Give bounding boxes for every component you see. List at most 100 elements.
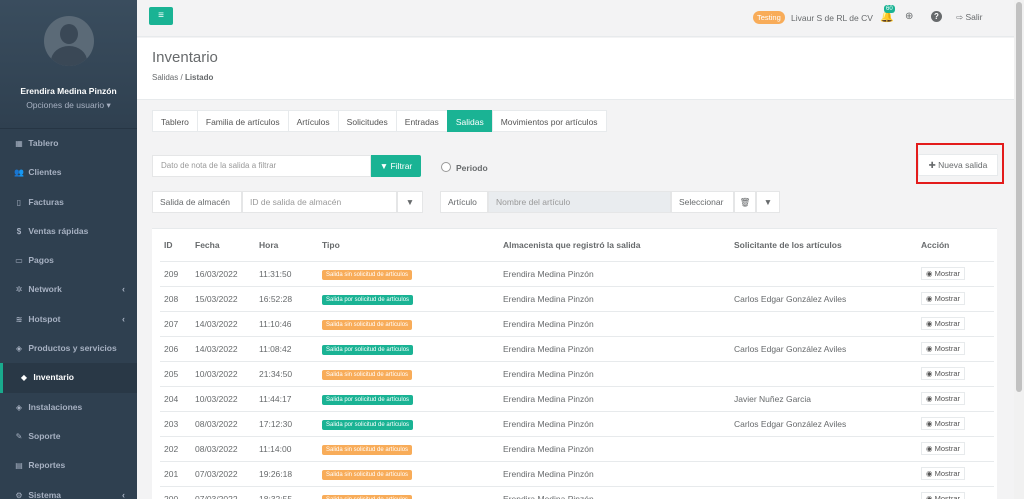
article-input[interactable]: Nombre del artículo [488,191,671,213]
sidebar-item-instalaciones[interactable]: ◈ Instalaciones [0,393,137,422]
show-button[interactable]: ◉ Mostrar [921,342,966,355]
show-button[interactable]: ◉ Mostrar [921,267,966,280]
logout-label: Salir [965,12,983,22]
tab-movimientos[interactable]: Movimientos por artículos [491,110,607,132]
clear-article-button[interactable]: 🗑 [734,191,756,213]
show-button-label: Mostrar [934,369,961,378]
logout-button[interactable]: ⇨ Salir [956,12,983,23]
keeper-cell: Erendira Medina Pinzón [499,361,730,387]
date-cell: 07/03/2022 [191,461,255,487]
time-cell: 11:10:46 [255,311,318,337]
keeper-cell: Erendira Medina Pinzón [499,311,730,337]
select-article-button[interactable]: Seleccionar [671,191,734,213]
id-cell: 208 [160,286,191,312]
show-button[interactable]: ◉ Mostrar [921,367,966,380]
action-cell: ◉ Mostrar [917,311,994,337]
tab-salidas[interactable]: Salidas [446,110,492,132]
table-row: 209 16/03/2022 11:31:50 Salida sin solicitu… [160,261,994,287]
col-keeper-header[interactable]: Almacenista que registró la salida [499,229,730,262]
col-id-header[interactable]: ID [160,229,191,262]
warehouse-filter-button[interactable]: ▼ [397,191,423,213]
avatar[interactable] [43,16,94,66]
type-badge: Salida sin solicitud de artículos [322,269,413,280]
show-button[interactable]: ◉ Mostrar [921,492,966,499]
show-button-label: Mostrar [934,494,961,499]
date-cell: 07/03/2022 [191,486,255,499]
col-type-header[interactable]: Tipo [318,229,499,262]
time-cell: 21:34:50 [255,361,318,387]
sidebar-item-reportes[interactable]: ▤ Reportes [0,451,137,480]
trash-icon: 🗑 [739,197,751,207]
show-button[interactable]: ◉ Mostrar [921,392,966,405]
sidebar-item-label: Productos y servicios [28,343,117,354]
exits-table-container: ID Fecha Hora Tipo Almacenista que regis… [152,228,997,499]
article-filter-button[interactable]: ▼ [756,191,780,213]
type-badge: Salida sin solicitud de artículos [322,494,413,499]
report-icon: ▤ [15,461,23,471]
id-cell: 209 [160,261,191,287]
period-radio[interactable] [441,162,451,172]
sidebar-item-facturas[interactable]: ▯ Facturas [0,188,137,217]
tab-entradas[interactable]: Entradas [395,110,447,132]
show-button[interactable]: ◉ Mostrar [921,417,966,430]
sidebar-item-label: Instalaciones [28,401,83,412]
requester-cell [730,311,917,337]
tab-solicitudes[interactable]: Solicitudes [337,110,396,132]
time-cell: 11:31:50 [255,261,318,287]
col-date-header[interactable]: Fecha [191,229,255,262]
id-cell: 200 [160,486,191,499]
sidebar-item-pagos[interactable]: ▭ Pagos [0,246,137,275]
keeper-cell: Erendira Medina Pinzón [499,261,730,287]
note-filter-input[interactable]: Dato de nota de la salida a filtrar [152,155,371,177]
show-button[interactable]: ◉ Mostrar [921,292,966,305]
menu-toggle-button[interactable]: ≡ [149,7,173,25]
tab-tablero[interactable]: Tablero [152,110,197,132]
scrollbar-thumb[interactable] [1016,2,1022,392]
sidebar-item-inventario[interactable]: ◆ Inventario [0,363,137,393]
keeper-cell: Erendira Medina Pinzón [499,386,730,412]
type-cell: Salida sin solicitud de artículos [318,461,499,487]
requester-cell [730,361,917,387]
show-button-label: Mostrar [934,294,961,303]
sidebar-item-soporte[interactable]: ✎ Soporte [0,422,137,451]
breadcrumb-parent[interactable]: Salidas [152,73,178,82]
tab-articulos[interactable]: Artículos [287,110,338,132]
type-cell: Salida sin solicitud de artículos [318,261,499,287]
cogs-icon: ⚙ [15,490,23,499]
time-cell: 16:52:28 [255,286,318,312]
globe-icon[interactable]: ⊕ [905,11,913,22]
sidebar-item-tablero[interactable]: ▦ Tablero [0,129,137,158]
sidebar-item-sistema[interactable]: ⚙ Sistema ‹ [0,481,137,499]
company-name[interactable]: Livaur S de RL de CV [791,13,873,23]
type-cell: Salida sin solicitud de artículos [318,436,499,462]
sidebar-item-hotspot[interactable]: ≋ Hotspot ‹ [0,305,137,334]
show-button[interactable]: ◉ Mostrar [921,317,966,330]
warehouse-exit-input[interactable]: ID de salida de almacén [242,191,397,213]
help-icon[interactable]: ? [931,11,942,22]
inventory-tabs: Tablero Familia de artículos Artículos S… [152,110,607,132]
table-row: 202 08/03/2022 11:14:00 Salida sin solicitu… [160,436,994,462]
col-requester-header[interactable]: Solicitante de los artículos [730,229,917,262]
sidebar-item-ventas-rapidas[interactable]: $ Ventas rápidas [0,217,137,246]
type-badge: Salida sin solicitud de artículos [322,319,413,330]
eye-icon: ◉ [926,394,935,403]
time-cell: 18:32:55 [255,486,318,499]
breadcrumb: Salidas / Listado [152,73,213,82]
action-cell: ◉ Mostrar [917,411,994,437]
requester-cell [730,486,917,499]
time-cell: 17:12:30 [255,411,318,437]
sidebar-item-productos[interactable]: ◈ Productos y servicios [0,334,137,363]
date-cell: 10/03/2022 [191,386,255,412]
show-button[interactable]: ◉ Mostrar [921,467,966,480]
type-cell: Salida por solicitud de artículos [318,286,499,312]
sidebar-item-clientes[interactable]: 👥 Clientes [0,158,137,187]
filter-button[interactable]: ▼ Filtrar [371,155,421,177]
dashboard-icon: ▦ [15,139,23,148]
tab-familia-articulos[interactable]: Familia de artículos [196,110,288,132]
sidebar-item-network[interactable]: ✲ Network ‹ [0,275,137,304]
sidebar-nav: ▦ Tablero 👥 Clientes ▯ Facturas $ Ventas… [0,129,137,499]
col-time-header[interactable]: Hora [255,229,318,262]
show-button[interactable]: ◉ Mostrar [921,442,966,455]
user-options-dropdown[interactable]: Opciones de usuario ▾ [0,100,137,111]
eye-icon: ◉ [926,419,935,428]
